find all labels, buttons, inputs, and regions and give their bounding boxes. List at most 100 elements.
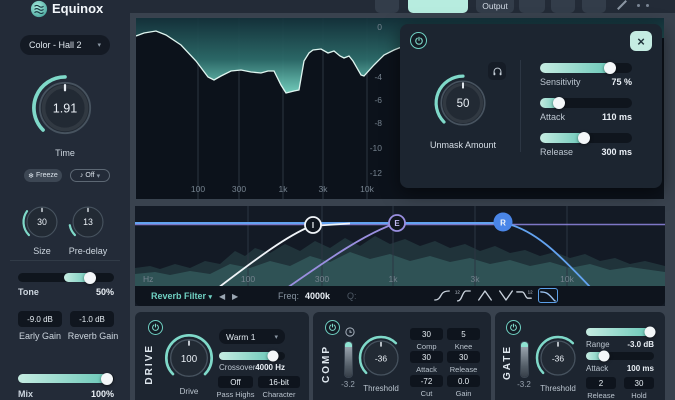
gate-attack-slider[interactable] <box>586 352 654 360</box>
sensitivity-slider[interactable] <box>540 63 632 73</box>
gate-release-field[interactable]: 2 <box>586 377 616 389</box>
comp-knee-field[interactable]: 5 <box>447 328 480 340</box>
tone-value: 50% <box>84 287 114 297</box>
reverb-gain-field[interactable]: -1.0 dB <box>70 311 114 327</box>
filter-shape-bell-button[interactable] <box>476 289 494 307</box>
unmask-attack-slider-thumb[interactable] <box>553 97 565 109</box>
size-knob-label: Size <box>20 246 64 256</box>
filter-shape-notch-button[interactable] <box>497 289 515 307</box>
gate-attack-label: Attack <box>586 364 608 373</box>
unmask-amount-knob[interactable]: 50 <box>431 71 495 135</box>
comp-release-field[interactable]: 30 <box>447 351 480 363</box>
sensitivity-slider-thumb[interactable] <box>604 62 616 74</box>
slope-label: 12 <box>455 290 461 295</box>
range-slider-thumb[interactable] <box>644 327 655 338</box>
drive-mode-dropdown[interactable]: Warm 1 ▾ <box>219 329 285 344</box>
power-icon[interactable] <box>148 320 163 335</box>
eq-plot: I E R Hz 100 300 1k 3k 10k <box>135 206 665 286</box>
crossover-slider-thumb[interactable] <box>268 351 279 362</box>
size-knob[interactable]: 30 <box>20 200 64 244</box>
sync-dropdown-value: Off <box>85 172 94 179</box>
gate-module-title: GATE <box>502 345 513 380</box>
filter-selector-value: Reverb Filter <box>151 291 206 301</box>
preset-selector[interactable]: Color - Hall 2 ▾ <box>20 35 110 55</box>
range-slider[interactable] <box>586 328 654 336</box>
comp-threshold-knob[interactable]: -36 <box>356 333 406 383</box>
mix-slider[interactable] <box>18 374 114 383</box>
reverb-gain-label: Reverb Gain <box>62 331 124 341</box>
power-icon[interactable] <box>325 320 340 335</box>
comp-amount-field[interactable]: 30 <box>410 328 443 340</box>
toolbar-button[interactable] <box>551 0 575 13</box>
sync-dropdown[interactable]: ♪ Off ▾ <box>70 169 110 182</box>
freq-value-field[interactable]: 4000k <box>305 291 330 301</box>
toolbar-button[interactable] <box>582 0 606 13</box>
gate-attack-value: 100 ms <box>616 364 654 373</box>
predelay-knob[interactable]: 13 <box>66 200 110 244</box>
gate-threshold-knob[interactable]: -36 <box>533 333 583 383</box>
drive-module-title: DRIVE <box>144 344 155 385</box>
eq-node-early[interactable]: E <box>389 215 405 231</box>
menu-dot-icon[interactable] <box>637 4 640 7</box>
axis-label: -10 <box>370 143 383 153</box>
tone-slider-thumb[interactable] <box>84 272 96 284</box>
cell-label: Release <box>447 365 480 374</box>
slope-label: 12 <box>528 290 533 295</box>
time-knob[interactable]: 1.91 <box>28 71 102 145</box>
cell-label: Attack <box>410 365 443 374</box>
output-button-label: Output <box>482 1 508 11</box>
freeze-button[interactable]: ❄ Freeze <box>24 169 62 182</box>
eq-node-input[interactable]: I <box>305 217 321 233</box>
toolbar-button[interactable] <box>375 0 399 13</box>
power-icon[interactable] <box>410 32 427 49</box>
pass-highs-toggle[interactable]: Off <box>218 376 253 388</box>
preset-pill-button[interactable] <box>408 0 468 13</box>
comp-attack-field[interactable]: 30 <box>410 351 443 363</box>
cell-value: 2 <box>599 379 603 388</box>
cell-label: Cut <box>410 389 443 398</box>
unmask-attack-slider[interactable] <box>540 98 632 108</box>
character-selector[interactable]: 16-bit <box>258 376 300 388</box>
headphones-button[interactable] <box>488 62 506 80</box>
filter-shape-lowpass-button-selected[interactable] <box>538 288 558 303</box>
unmask-release-slider[interactable] <box>540 133 632 143</box>
chevron-down-icon: ▾ <box>274 333 278 341</box>
toolbar-button[interactable] <box>519 0 545 13</box>
crossover-value: 4000 Hz <box>247 363 285 372</box>
menu-dot-icon[interactable] <box>646 4 649 7</box>
next-band-button[interactable]: ▶ <box>232 292 238 301</box>
filter-shape-highpass12-button[interactable]: 12 <box>454 289 472 307</box>
gate-hold-field[interactable]: 30 <box>624 377 654 389</box>
unmask-attack-value: 110 ms <box>592 112 632 122</box>
early-gain-field[interactable]: -9.0 dB <box>18 311 62 327</box>
unmask-panel: × 50 Unmask Amount Sensitivity 75 % <box>400 24 662 188</box>
comp-cut-field[interactable]: -72 <box>410 375 443 387</box>
comp-threshold-label: Threshold <box>356 384 406 393</box>
tone-slider[interactable] <box>18 273 114 282</box>
crossover-slider[interactable] <box>219 352 285 360</box>
early-gain-label: Early Gain <box>10 331 70 341</box>
power-icon[interactable] <box>506 320 521 335</box>
plugin-window: Output Equinox Color - Hall 2 ▾ 1. <box>0 0 675 400</box>
gate-threshold-label: Threshold <box>533 384 583 393</box>
top-toolbar: Output <box>130 0 675 13</box>
output-button[interactable]: Output <box>476 0 514 13</box>
comp-module: COMP -3.2 -36 Threshold 30 5 Comp Knee 3… <box>313 312 491 400</box>
unmask-release-slider-thumb[interactable] <box>578 132 590 144</box>
mix-slider-thumb[interactable] <box>101 373 113 385</box>
eq-panel: I E R Hz 100 300 1k 3k 10k Reverb Filter… <box>135 206 665 306</box>
pencil-icon[interactable] <box>617 0 627 10</box>
close-button[interactable]: × <box>630 31 652 51</box>
drive-knob[interactable]: 100 <box>162 331 216 385</box>
cell-label: Hold <box>624 391 654 400</box>
filter-selector[interactable]: Reverb Filter ▾ <box>151 291 212 301</box>
prev-band-button[interactable]: ◀ <box>219 292 225 301</box>
freeze-button-label: Freeze <box>36 172 58 179</box>
comp-gain-field[interactable]: 0.0 <box>447 375 480 387</box>
preset-selector-value: Color - Hall 2 <box>29 40 82 50</box>
gate-attack-slider-thumb[interactable] <box>598 351 609 362</box>
filter-shape-shelf12-button[interactable]: 12 <box>515 289 533 307</box>
filter-shape-highpass6-button[interactable] <box>433 289 451 307</box>
eq-node-reverb[interactable]: R <box>494 213 513 232</box>
divider <box>520 60 521 152</box>
